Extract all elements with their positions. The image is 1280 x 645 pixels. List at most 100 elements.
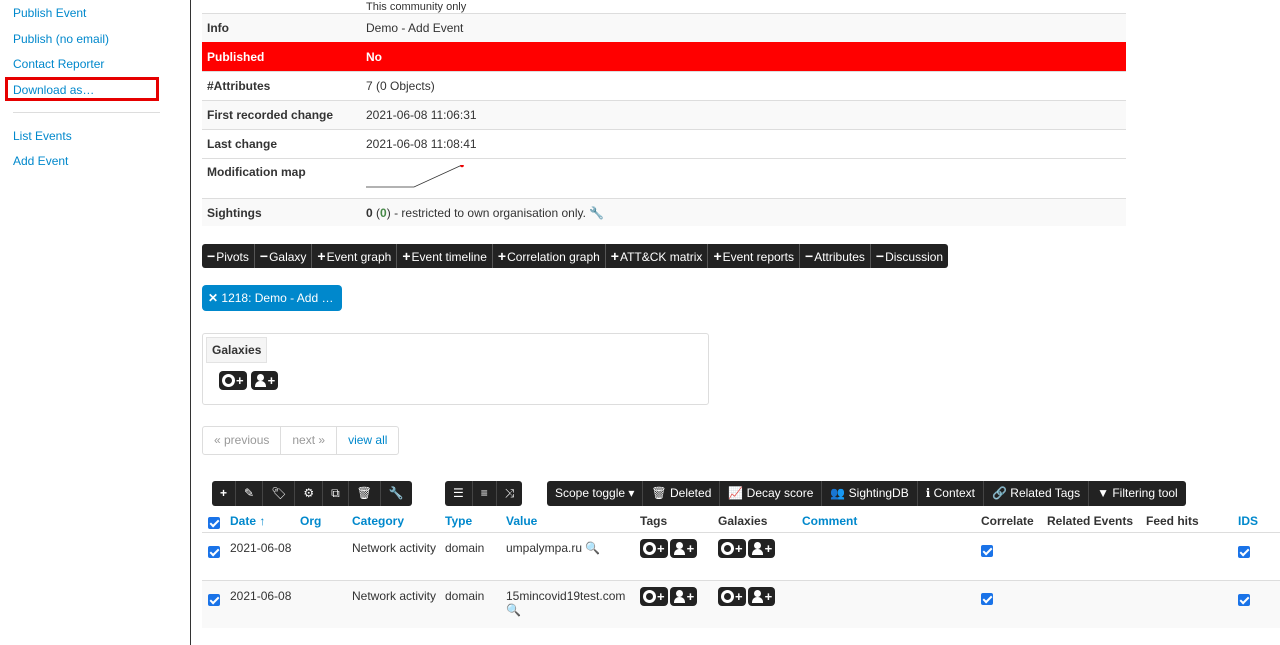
add-attribute-icon[interactable]: +: [212, 481, 237, 506]
sightings-own-count: 0: [380, 205, 387, 220]
galaxies-title: Galaxies: [206, 337, 268, 363]
sightings-count: 0: [366, 205, 373, 220]
header-date[interactable]: Date ↑: [230, 514, 265, 528]
first-change-row: First recorded change 2021-06-08 11:06:3…: [202, 100, 1126, 129]
header-tags: Tags: [640, 514, 668, 528]
header-correlate: Correlate: [981, 514, 1034, 528]
trash-icon[interactable]: 🗑: [349, 481, 381, 506]
align-left-icon[interactable]: ≡: [473, 481, 497, 506]
modification-map-key: Modification map: [207, 165, 306, 179]
distribution-value: This community only: [366, 1, 467, 13]
info-icon: ℹ: [925, 486, 931, 500]
sightings-note: - restricted to own organisation only.: [394, 205, 586, 220]
table-row: 2021-06-08 Network activity domain umpal…: [202, 532, 1280, 580]
contact-reporter-link[interactable]: Contact Reporter: [13, 57, 104, 71]
add-local-tag-button[interactable]: +: [669, 587, 698, 606]
plus-icon: +: [267, 373, 276, 388]
row-checkbox[interactable]: [208, 594, 220, 606]
shuffle-icon[interactable]: ⤨: [497, 481, 523, 506]
ids-checkbox[interactable]: [1238, 546, 1250, 558]
list-events-link[interactable]: List Events: [13, 129, 72, 143]
proposal-icon[interactable]: ⚙: [295, 481, 324, 506]
close-icon[interactable]: ✕: [208, 291, 218, 305]
attribute-value: 15mincovid19test.com 🔍: [506, 589, 626, 617]
wrench-icon[interactable]: 🔧: [381, 481, 412, 506]
add-event-link[interactable]: Add Event: [13, 154, 68, 168]
toggle-event-reports[interactable]: +Event reports: [708, 244, 800, 268]
trash-icon: 🗑: [651, 486, 667, 500]
toggle-event-graph[interactable]: +Event graph: [312, 244, 398, 268]
object-icon[interactable]: ⧉: [323, 481, 349, 506]
sightingdb-toggle[interactable]: 👥 SightingDB: [822, 481, 918, 506]
header-related-events: Related Events: [1047, 514, 1134, 528]
add-tag-button[interactable]: +: [640, 539, 668, 558]
related-tags-toggle[interactable]: 🔗 Related Tags: [984, 481, 1090, 506]
add-local-tag-button[interactable]: +: [669, 539, 698, 558]
publish-no-email-link[interactable]: Publish (no email): [13, 32, 109, 46]
list-icon[interactable]: ☰: [445, 481, 473, 506]
row-checkbox[interactable]: [208, 546, 220, 558]
sightings-row: Sightings 0 (0) - restricted to own orga…: [202, 198, 1126, 226]
toggle-pivots[interactable]: −Pivots: [202, 244, 255, 268]
info-value: Demo - Add Event: [366, 21, 464, 35]
download-as-link[interactable]: Download as…: [5, 77, 159, 101]
add-local-galaxy-button[interactable]: +: [250, 371, 279, 390]
toggle-event-timeline[interactable]: +Event timeline: [397, 244, 493, 268]
toggle-correlation-graph[interactable]: +Correlation graph: [493, 244, 606, 268]
add-galaxy-button[interactable]: +: [718, 587, 746, 606]
add-galaxy-button[interactable]: +: [718, 539, 746, 558]
binoculars-icon: 👥: [830, 486, 846, 500]
filtering-tool-toggle[interactable]: ▼ Filtering tool: [1089, 481, 1186, 506]
header-value[interactable]: Value: [506, 514, 537, 528]
header-category[interactable]: Category: [352, 514, 404, 528]
toggle-galaxy[interactable]: −Galaxy: [255, 244, 313, 268]
attribute-value: umpalympa.ru 🔍: [506, 541, 601, 555]
attributes-table: Date ↑ Org Category Type Value Tags Gala…: [202, 510, 1280, 628]
add-galaxy-button[interactable]: +: [219, 371, 247, 390]
user-icon: [751, 542, 764, 555]
toggle-attack-matrix[interactable]: +ATT&CK matrix: [606, 244, 709, 268]
last-change-value: 2021-06-08 11:08:41: [366, 137, 477, 151]
deleted-toggle[interactable]: 🗑 Deleted: [643, 481, 721, 506]
context-toggle[interactable]: ℹ Context: [918, 481, 984, 506]
toggle-attributes[interactable]: −Attributes: [800, 244, 871, 268]
edit-icon[interactable]: ✎: [236, 481, 264, 506]
attribute-category: Network activity: [352, 541, 437, 555]
pivot-pill[interactable]: ✕ 1218: Demo - Add …: [202, 285, 342, 311]
header-feed-hits: Feed hits: [1146, 514, 1199, 528]
scope-toggle[interactable]: Scope toggle ▾: [547, 481, 644, 506]
add-local-galaxy-button[interactable]: +: [747, 539, 776, 558]
event-section-toggles: −Pivots −Galaxy +Event graph +Event time…: [202, 244, 949, 268]
pagination-previous[interactable]: « previous: [203, 427, 282, 454]
attributes-count-value: 7 (0 Objects): [366, 79, 435, 93]
header-ids[interactable]: IDS: [1238, 514, 1258, 528]
user-icon: [751, 590, 764, 603]
tag-icon[interactable]: 🏷: [263, 481, 296, 506]
pagination-view-all[interactable]: view all: [337, 427, 398, 454]
attributes-count-key: #Attributes: [207, 79, 271, 93]
add-tag-button[interactable]: +: [640, 587, 668, 606]
table-header: Date ↑ Org Category Type Value Tags Gala…: [202, 510, 1280, 532]
header-comment[interactable]: Comment: [802, 514, 857, 528]
pagination-next[interactable]: next »: [281, 427, 338, 454]
decay-score-toggle[interactable]: 📈 Decay score: [720, 481, 823, 506]
zoom-icon[interactable]: 🔍: [506, 603, 521, 617]
header-type[interactable]: Type: [445, 514, 472, 528]
globe-icon: [222, 374, 235, 387]
publish-event-link[interactable]: Publish Event: [13, 6, 86, 20]
header-org[interactable]: Org: [300, 514, 321, 528]
ids-checkbox[interactable]: [1238, 594, 1250, 606]
sightings-key: Sightings: [207, 205, 262, 220]
attribute-filter-toolbar: Scope toggle ▾ 🗑 Deleted 📈 Decay score 👥…: [547, 481, 1186, 506]
toggle-discussion[interactable]: −Discussion: [871, 244, 948, 268]
published-value: No: [366, 50, 382, 64]
wrench-icon[interactable]: 🔧: [589, 206, 604, 220]
zoom-icon[interactable]: 🔍: [585, 541, 600, 555]
select-all-checkbox[interactable]: [208, 517, 220, 529]
add-local-galaxy-button[interactable]: +: [747, 587, 776, 606]
last-change-row: Last change 2021-06-08 11:08:41: [202, 129, 1126, 158]
correlate-checkbox[interactable]: [981, 593, 993, 605]
header-galaxies: Galaxies: [718, 514, 768, 528]
last-change-key: Last change: [207, 137, 278, 151]
correlate-checkbox[interactable]: [981, 545, 993, 557]
